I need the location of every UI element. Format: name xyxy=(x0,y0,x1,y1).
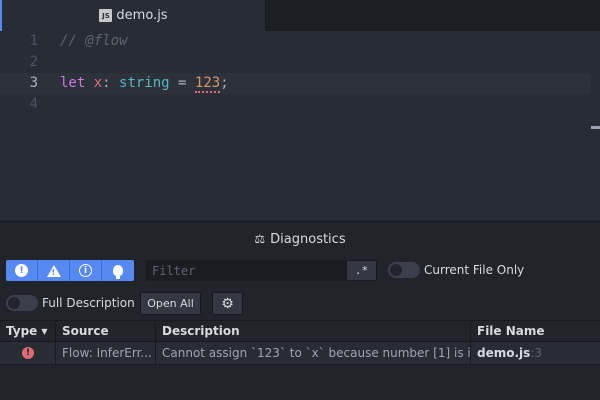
sort-caret-icon: ▼ xyxy=(41,326,48,336)
hint-icon xyxy=(113,265,123,279)
full-description-label: Full Description xyxy=(42,296,135,310)
editor-line-active: 3 let x: string = 123; xyxy=(0,73,591,94)
code-variable: x xyxy=(93,75,103,91)
line-number: 3 xyxy=(29,75,38,91)
toggle-switch[interactable] xyxy=(6,295,38,311)
file-name-link[interactable]: demo.js xyxy=(477,346,530,360)
warning-icon: ! xyxy=(46,264,61,277)
line-number: 1 xyxy=(29,33,38,49)
filter-hints-button[interactable] xyxy=(102,260,134,281)
regex-toggle-button[interactable]: .* xyxy=(346,260,377,281)
code-number-error: 123 xyxy=(194,75,221,93)
settings-button[interactable]: ⚙ xyxy=(212,292,243,315)
panel-title: Diagnostics xyxy=(270,231,346,247)
table-row[interactable]: ! Flow: InferErr... Cannot assign `123` … xyxy=(0,342,600,365)
open-all-button[interactable]: Open All xyxy=(140,292,201,315)
panel-header: ⚖ Diagnostics xyxy=(0,222,600,256)
severity-filter-group: ! ! i xyxy=(6,260,134,281)
toggle-switch[interactable] xyxy=(388,262,420,278)
tab-bar: JS demo.js xyxy=(0,0,600,31)
editor-line: 2 xyxy=(0,52,591,73)
full-description-toggle[interactable]: Full Description xyxy=(6,295,135,311)
filter-input[interactable] xyxy=(146,260,346,281)
code-comment: // @flow xyxy=(60,33,128,49)
code-type: string xyxy=(119,75,170,91)
current-file-only-toggle[interactable]: Current File Only xyxy=(388,262,524,278)
error-icon: ! xyxy=(15,264,28,277)
filter-errors-button[interactable]: ! xyxy=(6,260,38,281)
editor-line: 4 xyxy=(0,94,591,115)
column-header-type[interactable]: Type ▼ xyxy=(0,321,56,341)
gear-icon: ⚙ xyxy=(221,295,234,312)
error-icon: ! xyxy=(22,347,34,359)
line-number: 4 xyxy=(29,96,38,112)
file-line-number: :3 xyxy=(530,346,542,360)
cell-type: ! xyxy=(0,342,56,364)
info-icon: i xyxy=(79,264,92,277)
filter-warnings-button[interactable]: ! xyxy=(38,260,70,281)
current-file-only-label: Current File Only xyxy=(424,263,525,277)
tab-demo-js[interactable]: JS demo.js xyxy=(0,0,266,31)
column-header-source[interactable]: Source xyxy=(56,321,156,341)
cell-file-name[interactable]: demo.js:3 xyxy=(471,342,600,364)
cell-source: Flow: InferErr... xyxy=(56,342,156,364)
code-keyword: let xyxy=(60,75,86,91)
diagnostics-table: Type ▼ Source Description File Name ! Flo… xyxy=(0,320,600,365)
editor-line: 1 // @flow xyxy=(0,31,591,52)
js-file-icon: JS xyxy=(99,9,113,22)
tab-title: demo.js xyxy=(116,8,168,23)
code-editor[interactable]: 1 // @flow 2 3 let x: string = 123; 4 xyxy=(0,31,600,221)
diagnostics-panel: ⚖ Diagnostics ! ! i .* Current File Only… xyxy=(0,221,600,400)
scrollbar-marker[interactable] xyxy=(591,126,600,129)
filter-info-button[interactable]: i xyxy=(70,260,102,281)
column-header-file-name[interactable]: File Name xyxy=(471,321,600,341)
column-header-description[interactable]: Description xyxy=(156,321,471,341)
scale-icon: ⚖ xyxy=(254,232,266,246)
cell-description: Cannot assign `123` to `x` because numbe… xyxy=(156,342,471,364)
line-number: 2 xyxy=(29,54,38,70)
table-header: Type ▼ Source Description File Name xyxy=(0,320,600,342)
